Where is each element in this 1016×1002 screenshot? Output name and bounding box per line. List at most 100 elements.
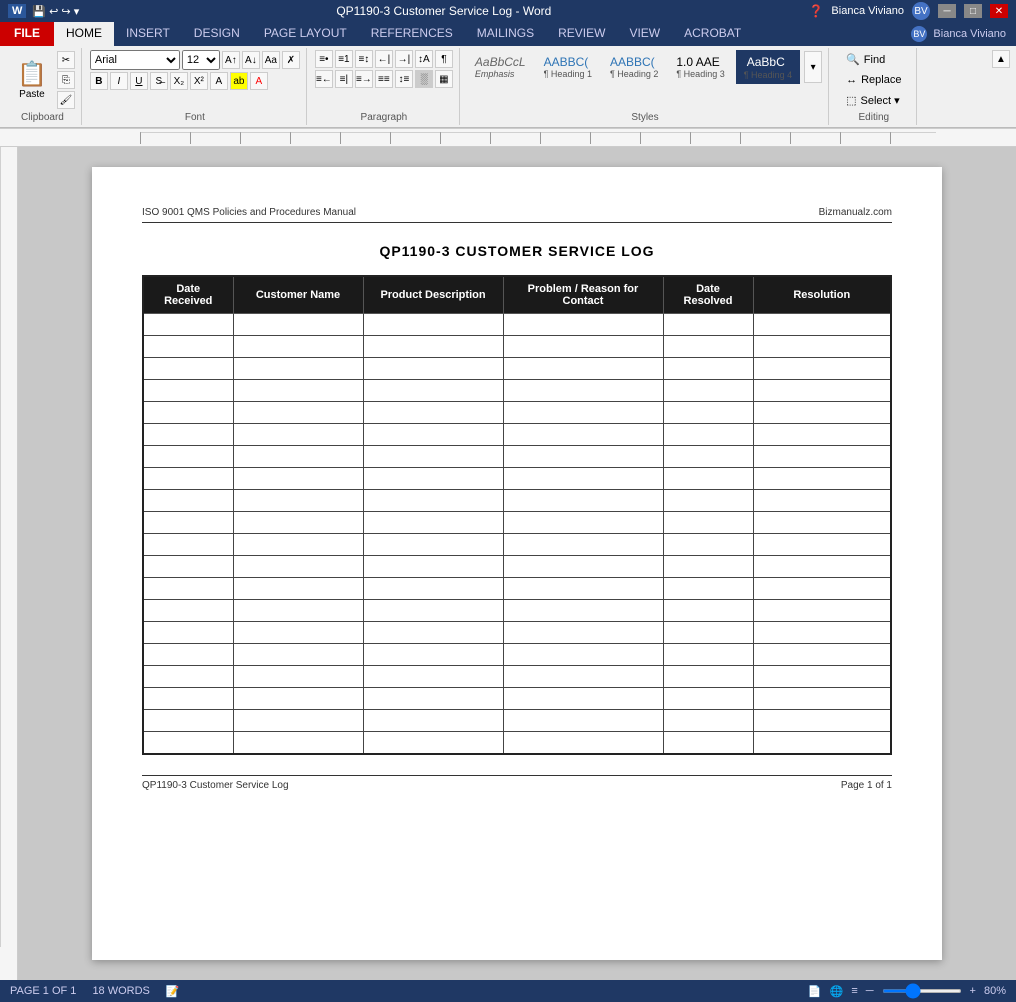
font-family-select[interactable]: Arial Times New Roman Calibri xyxy=(90,50,180,70)
table-cell[interactable] xyxy=(753,732,891,754)
table-cell[interactable] xyxy=(753,666,891,688)
table-cell[interactable] xyxy=(233,534,363,556)
table-cell[interactable] xyxy=(363,490,503,512)
table-cell[interactable] xyxy=(663,710,753,732)
table-cell[interactable] xyxy=(233,446,363,468)
table-cell[interactable] xyxy=(363,468,503,490)
decrease-indent-button[interactable]: ←| xyxy=(375,50,393,68)
table-cell[interactable] xyxy=(503,710,663,732)
table-cell[interactable] xyxy=(143,358,233,380)
table-cell[interactable] xyxy=(233,688,363,710)
table-cell[interactable] xyxy=(663,468,753,490)
style-heading1[interactable]: AABBC( ¶ Heading 1 xyxy=(537,52,599,82)
tab-design[interactable]: DESIGN xyxy=(182,22,252,46)
table-cell[interactable] xyxy=(143,666,233,688)
table-cell[interactable] xyxy=(233,600,363,622)
bold-button[interactable]: B xyxy=(90,72,108,90)
table-cell[interactable] xyxy=(363,578,503,600)
text-highlight-button[interactable]: ab xyxy=(230,72,248,90)
table-cell[interactable] xyxy=(143,380,233,402)
table-cell[interactable] xyxy=(503,424,663,446)
format-painter-button[interactable]: 🖌 xyxy=(57,91,75,109)
borders-button[interactable]: ▦ xyxy=(435,70,453,88)
file-tab[interactable]: FILE xyxy=(0,22,54,46)
sort-button[interactable]: ↕A xyxy=(415,50,433,68)
table-cell[interactable] xyxy=(363,380,503,402)
table-cell[interactable] xyxy=(143,512,233,534)
align-center-button[interactable]: ≡| xyxy=(335,70,353,88)
table-cell[interactable] xyxy=(233,402,363,424)
table-cell[interactable] xyxy=(363,512,503,534)
table-cell[interactable] xyxy=(363,556,503,578)
style-heading4[interactable]: AaBbC ¶ Heading 4 xyxy=(736,50,800,84)
table-cell[interactable] xyxy=(753,600,891,622)
style-heading3[interactable]: 1.0 AAE ¶ Heading 3 xyxy=(669,52,731,82)
table-cell[interactable] xyxy=(503,556,663,578)
table-cell[interactable] xyxy=(503,578,663,600)
table-cell[interactable] xyxy=(663,402,753,424)
table-cell[interactable] xyxy=(753,534,891,556)
proofing-icon[interactable]: 📝 xyxy=(166,985,180,998)
select-button[interactable]: ⬚ Select ▾ xyxy=(837,91,909,110)
table-cell[interactable] xyxy=(503,732,663,754)
table-cell[interactable] xyxy=(753,644,891,666)
strikethrough-button[interactable]: S̶ xyxy=(150,72,168,90)
table-cell[interactable] xyxy=(143,424,233,446)
table-cell[interactable] xyxy=(363,710,503,732)
table-cell[interactable] xyxy=(663,600,753,622)
table-cell[interactable] xyxy=(143,402,233,424)
increase-indent-button[interactable]: →| xyxy=(395,50,413,68)
document-area[interactable]: ISO 9001 QMS Policies and Procedures Man… xyxy=(18,147,1016,980)
change-case-button[interactable]: Aa xyxy=(262,51,280,69)
table-cell[interactable] xyxy=(143,556,233,578)
table-cell[interactable] xyxy=(753,424,891,446)
table-cell[interactable] xyxy=(753,688,891,710)
table-cell[interactable] xyxy=(753,578,891,600)
zoom-out-button[interactable]: ─ xyxy=(866,985,874,997)
tab-view[interactable]: VIEW xyxy=(617,22,672,46)
tab-home[interactable]: HOME xyxy=(54,22,114,46)
font-color-button[interactable]: A xyxy=(250,72,268,90)
table-cell[interactable] xyxy=(143,314,233,336)
table-cell[interactable] xyxy=(143,710,233,732)
table-cell[interactable] xyxy=(143,600,233,622)
find-button[interactable]: 🔍 Find xyxy=(837,50,894,69)
underline-button[interactable]: U xyxy=(130,72,148,90)
tab-mailings[interactable]: MAILINGS xyxy=(465,22,546,46)
table-cell[interactable] xyxy=(233,358,363,380)
help-icon[interactable]: ❓ xyxy=(808,4,823,18)
table-cell[interactable] xyxy=(663,556,753,578)
table-cell[interactable] xyxy=(503,314,663,336)
table-cell[interactable] xyxy=(503,600,663,622)
table-cell[interactable] xyxy=(233,666,363,688)
table-cell[interactable] xyxy=(503,622,663,644)
superscript-button[interactable]: X² xyxy=(190,72,208,90)
close-button[interactable]: ✕ xyxy=(990,4,1008,18)
replace-button[interactable]: ↔ Replace xyxy=(837,71,910,89)
table-cell[interactable] xyxy=(503,666,663,688)
table-cell[interactable] xyxy=(503,468,663,490)
table-cell[interactable] xyxy=(753,556,891,578)
style-heading2[interactable]: AABBC( ¶ Heading 2 xyxy=(603,52,665,82)
ribbon-collapse-button[interactable]: ▲ xyxy=(992,50,1010,68)
table-cell[interactable] xyxy=(753,710,891,732)
cut-button[interactable]: ✂ xyxy=(57,51,75,69)
table-cell[interactable] xyxy=(143,732,233,754)
table-cell[interactable] xyxy=(233,380,363,402)
table-cell[interactable] xyxy=(233,424,363,446)
table-cell[interactable] xyxy=(663,732,753,754)
numbering-button[interactable]: ≡1 xyxy=(335,50,353,68)
style-emphasis[interactable]: AaBbCcL Emphasis xyxy=(468,52,533,82)
table-cell[interactable] xyxy=(233,710,363,732)
table-cell[interactable] xyxy=(143,490,233,512)
text-effects-button[interactable]: A xyxy=(210,72,228,90)
table-cell[interactable] xyxy=(233,622,363,644)
copy-button[interactable]: ⎘ xyxy=(57,71,75,89)
zoom-in-button[interactable]: + xyxy=(970,985,976,997)
table-cell[interactable] xyxy=(503,512,663,534)
table-cell[interactable] xyxy=(143,622,233,644)
table-cell[interactable] xyxy=(663,534,753,556)
table-cell[interactable] xyxy=(503,358,663,380)
tab-acrobat[interactable]: ACROBAT xyxy=(672,22,753,46)
tab-review[interactable]: REVIEW xyxy=(546,22,617,46)
